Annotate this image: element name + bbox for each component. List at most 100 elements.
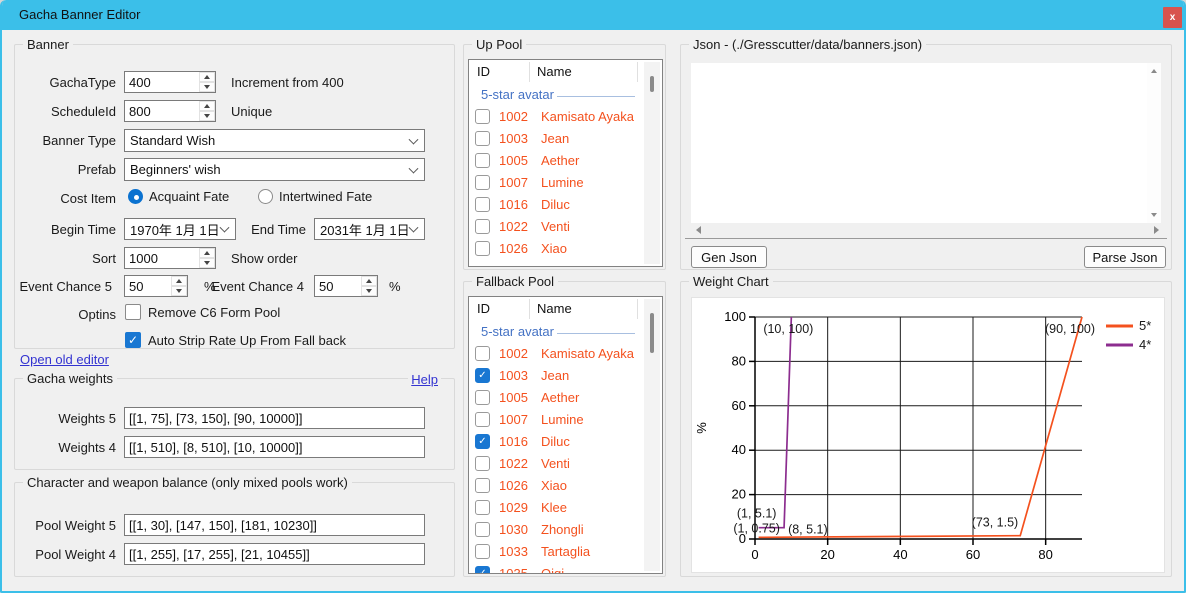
fallback-pool-list[interactable]: ID Name 5-star avatar1002Kamisato Ayaka✓… [468,296,663,574]
event-chance-5-spinner[interactable] [124,275,188,297]
pool-item-row[interactable]: 1016Diluc [469,194,643,216]
spin-up-icon[interactable] [361,276,377,286]
pool-weight-5-input[interactable] [124,514,425,536]
sort-spinner[interactable] [124,247,216,269]
event-chance-4-input[interactable] [315,276,360,296]
fallback-pool-header[interactable]: ID Name [469,297,662,321]
pool-item-row[interactable]: 1002Kamisato Ayaka [469,343,643,365]
auto-strip-checkbox[interactable]: Auto Strip Rate Up From Fall back [125,332,346,348]
pool-item-row[interactable]: 1026Xiao [469,475,643,497]
begin-time-datepicker[interactable]: 1970年 1月 1日 [124,218,236,240]
radio-selected-icon[interactable] [128,189,143,204]
open-old-editor-link[interactable]: Open old editor [20,352,109,367]
json-horizontal-scrollbar[interactable] [691,224,1163,236]
pool-item-row[interactable]: 1005Aether [469,387,643,409]
pool-item-row[interactable]: 1007Lumine [469,409,643,431]
pool-item-row[interactable]: 1002Kamisato Ayaka [469,106,643,128]
column-header-name[interactable]: Name [537,301,572,316]
scheduleid-input[interactable] [125,101,198,121]
checkbox-checked-icon[interactable] [125,332,141,348]
column-divider[interactable] [637,62,638,82]
gachatype-spinner[interactable] [124,71,216,93]
spin-down-icon[interactable] [199,258,215,268]
checkbox-unchecked-icon[interactable] [475,478,490,493]
json-vertical-scrollbar[interactable] [1147,63,1161,223]
up-pool-list[interactable]: ID Name 5-star avatar1002Kamisato Ayaka1… [468,59,663,267]
scrollbar-thumb[interactable] [650,76,654,92]
spin-down-icon[interactable] [361,286,377,296]
prefab-combobox[interactable]: Beginners' wish [124,158,425,181]
pool-weight-4-input[interactable] [124,543,425,565]
checkbox-unchecked-icon[interactable] [475,197,490,212]
up-pool-header[interactable]: ID Name [469,60,662,84]
close-button[interactable]: x [1163,7,1182,28]
up-pool-scrollbar[interactable] [644,62,660,264]
checkbox-unchecked-icon[interactable] [475,346,490,361]
sort-input[interactable] [125,248,198,268]
banner-type-combobox[interactable]: Standard Wish [124,129,425,152]
event-chance-4-spinner[interactable] [314,275,378,297]
spin-up-icon[interactable] [171,276,187,286]
help-link[interactable]: Help [408,372,441,387]
checkbox-unchecked-icon[interactable] [475,500,490,515]
checkbox-checked-icon[interactable]: ✓ [475,566,490,574]
column-header-name[interactable]: Name [537,64,572,79]
spin-up-icon[interactable] [199,72,215,82]
event-chance-5-input[interactable] [125,276,170,296]
pool-item-row[interactable]: 1022Venti [469,453,643,475]
checkbox-unchecked-icon[interactable] [125,304,141,320]
pool-item-row[interactable]: ✓1035Qiqi [469,563,643,574]
column-header-id[interactable]: ID [477,64,490,79]
column-divider[interactable] [529,62,530,82]
checkbox-unchecked-icon[interactable] [475,153,490,168]
radio-intertwined-fate[interactable]: Intertwined Fate [258,189,372,204]
column-divider[interactable] [529,299,530,319]
checkbox-unchecked-icon[interactable] [475,412,490,427]
spin-up-icon[interactable] [199,248,215,258]
pool-item-row[interactable]: 1033Tartaglia [469,541,643,563]
gachatype-input[interactable] [125,72,198,92]
checkbox-unchecked-icon[interactable] [475,456,490,471]
checkbox-checked-icon[interactable]: ✓ [475,368,490,383]
scroll-left-icon[interactable] [691,224,705,236]
parse-json-button[interactable]: Parse Json [1084,246,1166,268]
scroll-down-icon[interactable] [1147,209,1161,221]
spin-down-icon[interactable] [199,82,215,92]
weights-5-input[interactable] [124,407,425,429]
title-bar[interactable]: Gacha Banner Editor x [0,0,1186,30]
checkbox-unchecked-icon[interactable] [475,522,490,537]
checkbox-unchecked-icon[interactable] [475,241,490,256]
weights-4-input[interactable] [124,436,425,458]
json-textarea[interactable] [691,63,1149,223]
checkbox-unchecked-icon[interactable] [475,109,490,124]
checkbox-unchecked-icon[interactable] [475,544,490,559]
spin-down-icon[interactable] [171,286,187,296]
remove-c6-checkbox[interactable]: Remove C6 Form Pool [125,304,280,320]
radio-unselected-icon[interactable] [258,189,273,204]
radio-acquaint-fate[interactable]: Acquaint Fate [128,189,229,204]
pool-item-row[interactable]: 1022Venti [469,216,643,238]
spin-down-icon[interactable] [199,111,215,121]
pool-item-row[interactable]: 1030Zhongli [469,519,643,541]
checkbox-checked-icon[interactable]: ✓ [475,434,490,449]
scrollbar-thumb[interactable] [650,313,654,353]
pool-item-row[interactable]: 1007Lumine [469,172,643,194]
gen-json-button[interactable]: Gen Json [691,246,767,268]
column-header-id[interactable]: ID [477,301,490,316]
checkbox-unchecked-icon[interactable] [475,219,490,234]
spin-up-icon[interactable] [199,101,215,111]
scroll-up-icon[interactable] [1147,65,1161,77]
checkbox-unchecked-icon[interactable] [475,131,490,146]
checkbox-unchecked-icon[interactable] [475,175,490,190]
scroll-right-icon[interactable] [1149,224,1163,236]
pool-item-row[interactable]: 1005Aether [469,150,643,172]
scheduleid-spinner[interactable] [124,100,216,122]
fallback-pool-scrollbar[interactable] [644,299,660,571]
checkbox-unchecked-icon[interactable] [475,390,490,405]
pool-item-row[interactable]: ✓1016Diluc [469,431,643,453]
pool-item-row[interactable]: 1003Jean [469,128,643,150]
end-time-datepicker[interactable]: 2031年 1月 1日 [314,218,425,240]
pool-item-row[interactable]: ✓1003Jean [469,365,643,387]
column-divider[interactable] [637,299,638,319]
pool-item-row[interactable]: 1026Xiao [469,238,643,260]
